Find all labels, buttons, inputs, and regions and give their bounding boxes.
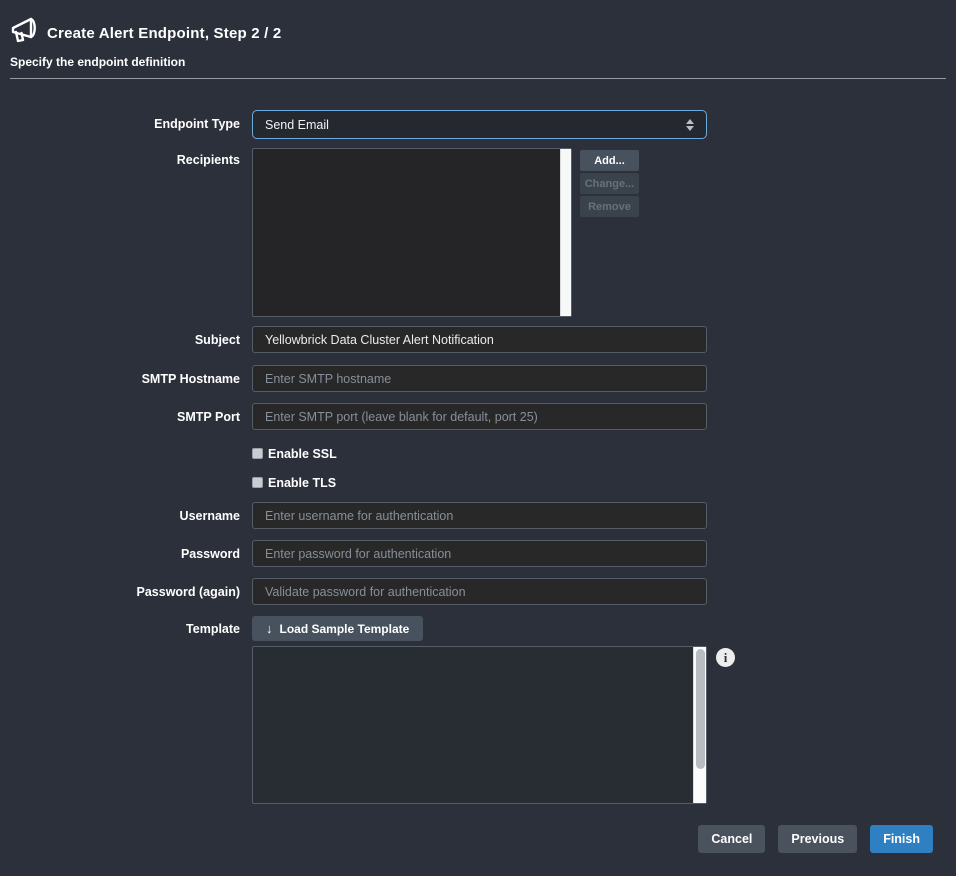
smtp-port-input[interactable]	[252, 403, 707, 430]
username-label: Username	[0, 509, 240, 524]
password-again-label: Password (again)	[0, 585, 240, 600]
previous-button[interactable]: Previous	[778, 825, 857, 853]
load-sample-template-button[interactable]: ↓ Load Sample Template	[252, 616, 423, 641]
smtp-hostname-input[interactable]	[252, 365, 707, 392]
subject-label: Subject	[0, 333, 240, 348]
finish-button[interactable]: Finish	[870, 825, 933, 853]
megaphone-icon	[10, 15, 42, 45]
template-textarea[interactable]	[252, 646, 707, 804]
create-alert-endpoint-dialog: Create Alert Endpoint, Step 2 / 2 Specif…	[0, 0, 956, 876]
header-divider	[10, 78, 946, 79]
template-label: Template	[0, 622, 240, 637]
page-subtitle: Specify the endpoint definition	[10, 55, 185, 69]
recipients-scrollbar[interactable]	[560, 149, 571, 316]
recipients-label: Recipients	[0, 153, 240, 168]
password-again-input[interactable]	[252, 578, 707, 605]
endpoint-type-label: Endpoint Type	[0, 117, 240, 132]
endpoint-type-selected-value: Send Email	[265, 118, 329, 132]
smtp-port-label: SMTP Port	[0, 410, 240, 425]
enable-ssl-label: Enable SSL	[268, 448, 337, 461]
enable-tls-label: Enable TLS	[268, 477, 336, 490]
dialog-footer: Cancel Previous Finish	[698, 825, 933, 853]
enable-ssl-checkbox[interactable]	[252, 448, 263, 459]
smtp-hostname-label: SMTP Hostname	[0, 372, 240, 387]
cancel-button[interactable]: Cancel	[698, 825, 765, 853]
password-label: Password	[0, 547, 240, 562]
recipients-listbox[interactable]	[252, 148, 572, 317]
username-input[interactable]	[252, 502, 707, 529]
template-scrollbar-thumb[interactable]	[696, 649, 705, 769]
download-arrow-icon: ↓	[266, 622, 273, 635]
load-sample-template-button-label: Load Sample Template	[280, 622, 410, 636]
enable-tls-checkbox[interactable]	[252, 477, 263, 488]
change-recipient-button: Change...	[580, 173, 639, 194]
password-input[interactable]	[252, 540, 707, 567]
info-circle-icon[interactable]: i	[716, 648, 735, 667]
endpoint-type-select[interactable]: Send Email	[252, 110, 707, 139]
add-recipient-button[interactable]: Add...	[580, 150, 639, 171]
remove-recipient-button: Remove	[580, 196, 639, 217]
page-title: Create Alert Endpoint, Step 2 / 2	[47, 25, 281, 42]
updown-stepper-icon	[686, 119, 694, 131]
subject-input[interactable]	[252, 326, 707, 353]
template-scrollbar-track[interactable]	[693, 647, 706, 803]
